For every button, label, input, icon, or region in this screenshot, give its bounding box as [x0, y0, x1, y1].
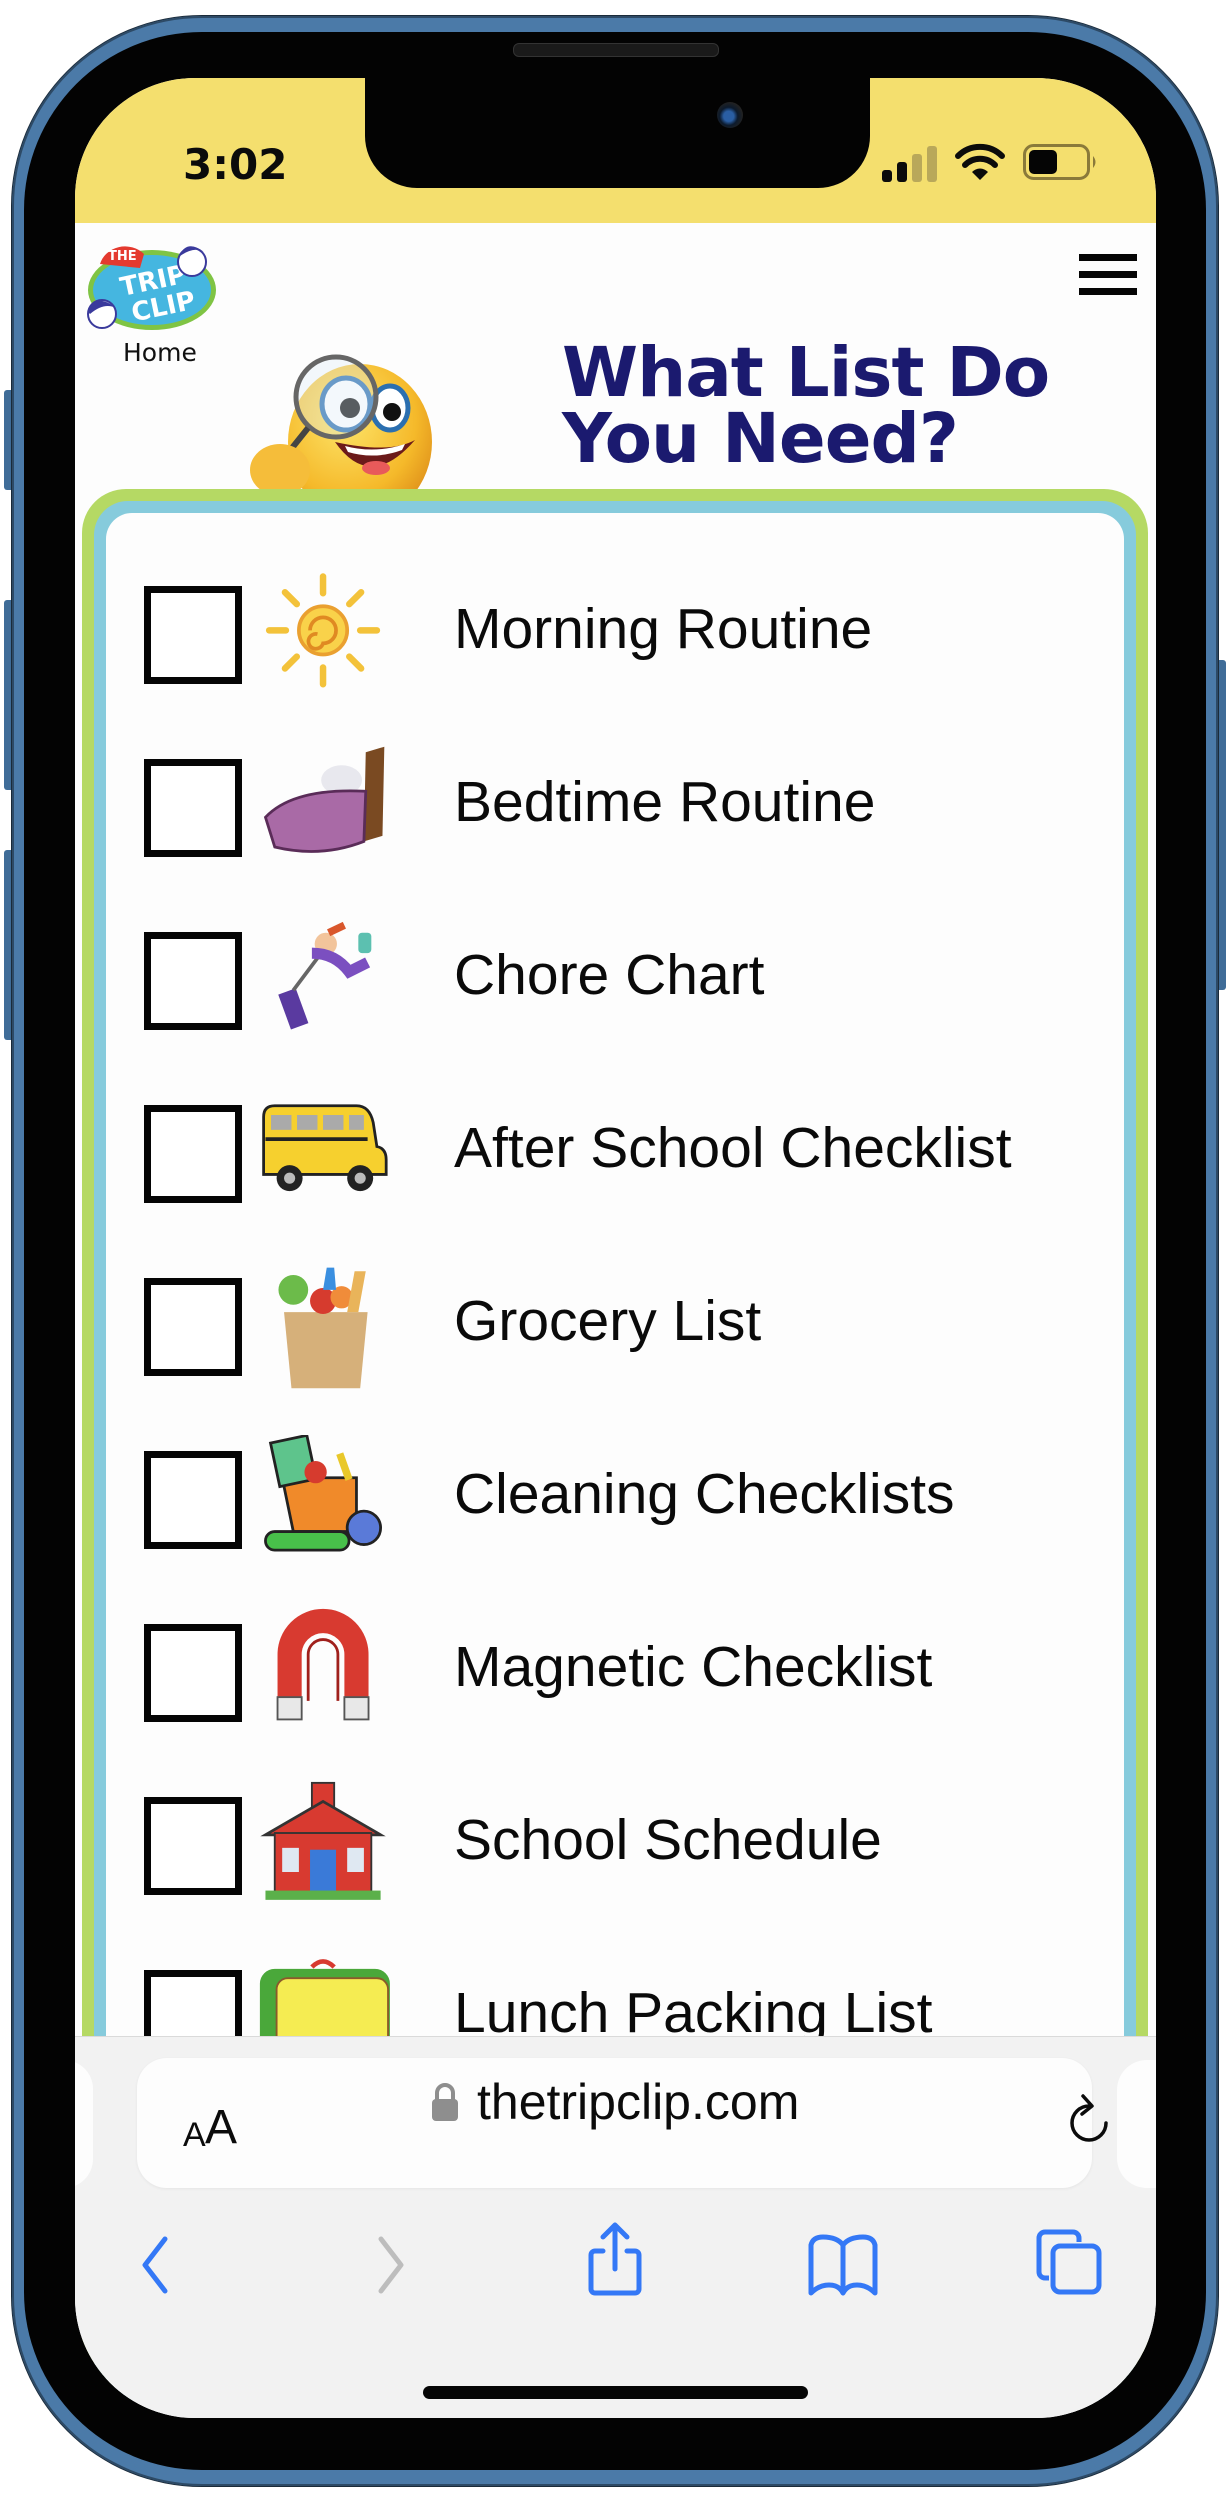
- list-option[interactable]: Morning Routine: [144, 573, 1144, 736]
- school-bus-icon: [262, 1104, 388, 1192]
- text-size-small-a: A: [183, 2116, 206, 2154]
- url-text[interactable]: thetripclip.com: [477, 2073, 799, 2131]
- list-option-checkbox[interactable]: [144, 759, 242, 857]
- next-tab-peek[interactable]: [1117, 2060, 1156, 2188]
- tabs-icon[interactable]: [1035, 2228, 1103, 2296]
- list-option-checkbox[interactable]: [144, 586, 242, 684]
- front-camera: [717, 102, 743, 128]
- list-option-checkbox[interactable]: [144, 1797, 242, 1895]
- list-option-label[interactable]: Chore Chart: [454, 942, 764, 1008]
- signal-bar: [897, 162, 907, 182]
- bed-icon: [263, 746, 385, 853]
- signal-bar: [912, 154, 922, 182]
- text-size-button[interactable]: A A: [175, 2082, 255, 2162]
- list-option[interactable]: School Schedule: [144, 1781, 1144, 1947]
- list-option-checkbox[interactable]: [144, 1624, 242, 1722]
- list-option-label[interactable]: After School Checklist: [454, 1115, 1012, 1181]
- list-option-checkbox[interactable]: [144, 1278, 242, 1376]
- battery-icon: [1023, 144, 1096, 180]
- schoolhouse-icon: [260, 1781, 386, 1900]
- bookmarks-book-icon[interactable]: [807, 2233, 879, 2297]
- vacuum-cleaning-person-icon: [278, 921, 372, 1030]
- back-chevron-icon[interactable]: [137, 2235, 173, 2295]
- list-option-checkbox[interactable]: [144, 932, 242, 1030]
- page-title: What List Do You Need?: [562, 333, 1050, 479]
- lock-icon: [432, 2083, 458, 2121]
- list-option[interactable]: After School Checklist: [144, 1104, 1144, 1255]
- list-option-label[interactable]: Magnetic Checklist: [454, 1634, 932, 1700]
- list-option-label[interactable]: Cleaning Checklists: [454, 1461, 955, 1527]
- list-option-checkbox[interactable]: [144, 1105, 242, 1203]
- reload-icon[interactable]: [1067, 2092, 1113, 2148]
- trip-clip-logo[interactable]: THE TRIP CLIP: [80, 232, 220, 336]
- list-option[interactable]: Cleaning Checklists: [144, 1435, 1144, 1601]
- earpiece-speaker: [513, 43, 719, 57]
- magnet-icon: [276, 1608, 370, 1721]
- sun-icon: [265, 573, 381, 688]
- hamburger-menu-icon[interactable]: [1079, 254, 1137, 296]
- list-option-label[interactable]: Grocery List: [454, 1288, 761, 1354]
- list-option[interactable]: Grocery List: [144, 1267, 1144, 1428]
- toy-box-icon: [264, 1435, 382, 1552]
- svg-text:THE: THE: [108, 249, 137, 264]
- home-indicator[interactable]: [423, 2386, 808, 2399]
- wifi-icon: [955, 143, 1005, 180]
- grocery-bag-icon: [278, 1267, 368, 1389]
- list-option[interactable]: Bedtime Routine: [144, 746, 1144, 909]
- home-link[interactable]: Home: [123, 338, 197, 367]
- magnifying-glass-emoji-icon: [250, 354, 432, 492]
- signal-bar: [927, 146, 937, 182]
- phone-screen: 3:02 THE TRIP CLIP Home What List Do You…: [75, 78, 1156, 2418]
- forward-chevron-icon: [378, 2236, 404, 2294]
- list-option[interactable]: Chore Chart: [144, 921, 1144, 1082]
- notch: [365, 78, 870, 188]
- previous-tab-peek[interactable]: [75, 2060, 93, 2188]
- status-time: 3:02: [183, 140, 288, 189]
- list-option-checkbox[interactable]: [144, 1451, 242, 1549]
- list-option-label[interactable]: Morning Routine: [454, 596, 872, 662]
- signal-bar: [882, 170, 892, 182]
- cellular-signal-icon: [882, 144, 938, 182]
- page-title-line-2: You Need?: [562, 399, 959, 479]
- list-option-label[interactable]: Bedtime Routine: [454, 769, 875, 835]
- share-icon[interactable]: [585, 2221, 645, 2297]
- list-option-label[interactable]: School Schedule: [454, 1807, 882, 1873]
- text-size-large-a: A: [205, 2101, 238, 2154]
- address-bar[interactable]: A A thetripclip.com: [137, 2058, 1108, 2188]
- page-title-line-1: What List Do: [562, 333, 1050, 413]
- list-option[interactable]: Magnetic Checklist: [144, 1608, 1144, 1774]
